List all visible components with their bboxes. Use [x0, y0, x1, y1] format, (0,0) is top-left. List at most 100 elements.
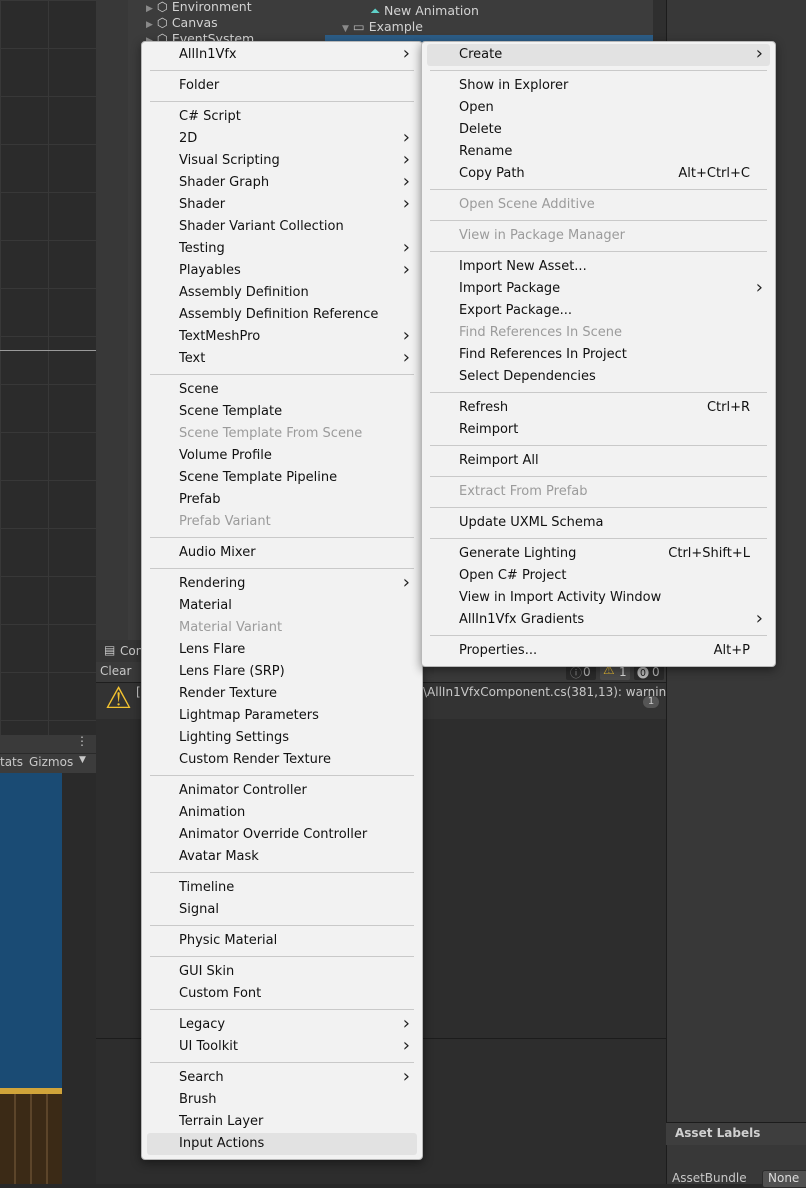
clear-button[interactable]: Clear — [100, 664, 131, 678]
menu-item-avatar-mask[interactable]: Avatar Mask — [142, 846, 422, 868]
menu-item-lightmap-parameters[interactable]: Lightmap Parameters — [142, 705, 422, 727]
menu-item-allin1vfx-gradients[interactable]: AllIn1Vfx Gradients › — [422, 609, 775, 631]
menu-item-import-package[interactable]: Import Package › — [422, 278, 775, 300]
expand-arrow-icon[interactable]: ▶ — [146, 20, 153, 30]
menu-item-label: Scene — [179, 382, 219, 397]
menu-item-animation[interactable]: Animation — [142, 802, 422, 824]
menu-item-export-package[interactable]: Export Package... — [422, 300, 775, 322]
menu-item-render-texture[interactable]: Render Texture — [142, 683, 422, 705]
menu-item-label: Select Dependencies — [459, 369, 596, 384]
project-item[interactable]: ▼ ▭ Example — [342, 19, 423, 34]
asset-bundle-dropdown[interactable]: None — [762, 1170, 806, 1188]
collapse-arrow-icon[interactable]: ▼ — [342, 24, 349, 34]
menu-item-scene-template-pipeline[interactable]: Scene Template Pipeline — [142, 467, 422, 489]
chevron-right-icon: › — [402, 347, 410, 368]
menu-item-testing[interactable]: Testing › — [142, 238, 422, 260]
menu-item-animator-controller[interactable]: Animator Controller — [142, 780, 422, 802]
menu-separator — [142, 771, 422, 780]
menu-item-rename[interactable]: Rename — [422, 141, 775, 163]
menu-item-open-scene-additive: Open Scene Additive — [422, 194, 775, 216]
menu-item-playables[interactable]: Playables › — [142, 260, 422, 282]
menu-item-timeline[interactable]: Timeline — [142, 877, 422, 899]
scene-view[interactable] — [0, 0, 97, 735]
menu-item-scene[interactable]: Scene — [142, 379, 422, 401]
menu-item-shader[interactable]: Shader › — [142, 194, 422, 216]
menu-item-legacy[interactable]: Legacy › — [142, 1014, 422, 1036]
menu-item-shortcut: Alt+P — [713, 643, 750, 658]
menu-item-terrain-layer[interactable]: Terrain Layer — [142, 1111, 422, 1133]
gizmos-button[interactable]: Gizmos — [29, 755, 73, 769]
menu-item-rendering[interactable]: Rendering › — [142, 573, 422, 595]
menu-item-shader-variant-collection[interactable]: Shader Variant Collection — [142, 216, 422, 238]
menu-item-scene-template[interactable]: Scene Template — [142, 401, 422, 423]
menu-item-visual-scripting[interactable]: Visual Scripting › — [142, 150, 422, 172]
menu-item-label: Update UXML Schema — [459, 515, 604, 530]
menu-separator — [422, 388, 775, 397]
menu-item-open[interactable]: Open — [422, 97, 775, 119]
chevron-right-icon: › — [402, 325, 410, 346]
menu-item-view-in-import-activity-window[interactable]: View in Import Activity Window — [422, 587, 775, 609]
menu-item-generate-lighting[interactable]: Generate Lighting Ctrl+Shift+L — [422, 543, 775, 565]
menu-item-lens-flare-srp[interactable]: Lens Flare (SRP) — [142, 661, 422, 683]
menu-item-textmeshpro[interactable]: TextMeshPro › — [142, 326, 422, 348]
menu-item-open-c-project[interactable]: Open C# Project — [422, 565, 775, 587]
menu-item-lens-flare[interactable]: Lens Flare — [142, 639, 422, 661]
menu-item-material[interactable]: Material — [142, 595, 422, 617]
hierarchy-item[interactable]: ▶ ⬡ Canvas — [146, 15, 218, 30]
menu-item-input-actions[interactable]: Input Actions — [147, 1133, 417, 1155]
hierarchy-item[interactable]: ▶ ⬡ Environment — [146, 0, 252, 14]
menu-item-signal[interactable]: Signal — [142, 899, 422, 921]
menu-item-label: UI Toolkit — [179, 1039, 238, 1054]
menu-item-assembly-definition-reference[interactable]: Assembly Definition Reference — [142, 304, 422, 326]
gizmos-dropdown-icon[interactable]: ▼ — [79, 755, 86, 765]
menu-item-assembly-definition[interactable]: Assembly Definition — [142, 282, 422, 304]
menu-item-prefab[interactable]: Prefab — [142, 489, 422, 511]
menu-item-physic-material[interactable]: Physic Material — [142, 930, 422, 952]
menu-item-reimport-all[interactable]: Reimport All — [422, 450, 775, 472]
menu-item-brush[interactable]: Brush — [142, 1089, 422, 1111]
menu-item-audio-mixer[interactable]: Audio Mixer — [142, 542, 422, 564]
menu-item-import-new-asset[interactable]: Import New Asset... — [422, 256, 775, 278]
menu-item-label: Search — [179, 1070, 224, 1085]
menu-item-search[interactable]: Search › — [142, 1067, 422, 1089]
project-item[interactable]: ⏶ New Animation — [370, 3, 479, 19]
menu-item-custom-font[interactable]: Custom Font — [142, 983, 422, 1005]
menu-item-c-script[interactable]: C# Script — [142, 106, 422, 128]
more-options-icon[interactable]: ⋮ — [76, 734, 88, 748]
menu-item-custom-render-texture[interactable]: Custom Render Texture — [142, 749, 422, 771]
stats-button[interactable]: tats — [0, 755, 23, 769]
menu-item-label: Lighting Settings — [179, 730, 289, 745]
menu-item-update-uxml-schema[interactable]: Update UXML Schema — [422, 512, 775, 534]
menu-item-gui-skin[interactable]: GUI Skin — [142, 961, 422, 983]
expand-arrow-icon[interactable]: ▶ — [146, 4, 153, 14]
menu-item-select-dependencies[interactable]: Select Dependencies — [422, 366, 775, 388]
menu-item-label: Generate Lighting — [459, 546, 577, 561]
menu-item-text[interactable]: Text › — [142, 348, 422, 370]
menu-item-label: Prefab Variant — [179, 514, 271, 529]
console-tab[interactable]: Con — [120, 644, 143, 658]
menu-item-copy-path[interactable]: Copy Path Alt+Ctrl+C — [422, 163, 775, 185]
menu-item-show-in-explorer[interactable]: Show in Explorer — [422, 75, 775, 97]
chevron-right-icon: › — [402, 237, 410, 258]
menu-item-lighting-settings[interactable]: Lighting Settings — [142, 727, 422, 749]
menu-item-2d[interactable]: 2D › — [142, 128, 422, 150]
menu-item-label: Volume Profile — [179, 448, 272, 463]
menu-item-properties[interactable]: Properties... Alt+P — [422, 640, 775, 662]
log-message: \AllIn1VfxComponent.cs(381,13): warning … — [423, 685, 666, 699]
menu-item-refresh[interactable]: Refresh Ctrl+R — [422, 397, 775, 419]
menu-item-label: Text — [179, 351, 206, 366]
menu-separator — [422, 441, 775, 450]
menu-item-delete[interactable]: Delete — [422, 119, 775, 141]
menu-item-create[interactable]: Create › — [427, 44, 770, 66]
asset-labels-bar[interactable]: Asset Labels — [666, 1122, 806, 1145]
menu-item-shader-graph[interactable]: Shader Graph › — [142, 172, 422, 194]
menu-item-label: Prefab — [179, 492, 221, 507]
menu-item-reimport[interactable]: Reimport — [422, 419, 775, 441]
menu-item-volume-profile[interactable]: Volume Profile — [142, 445, 422, 467]
menu-item-find-references-in-project[interactable]: Find References In Project — [422, 344, 775, 366]
menu-separator — [142, 66, 422, 75]
menu-item-animator-override-controller[interactable]: Animator Override Controller — [142, 824, 422, 846]
menu-item-allin1vfx[interactable]: AllIn1Vfx › — [142, 44, 422, 66]
menu-item-ui-toolkit[interactable]: UI Toolkit › — [142, 1036, 422, 1058]
menu-item-folder[interactable]: Folder — [142, 75, 422, 97]
